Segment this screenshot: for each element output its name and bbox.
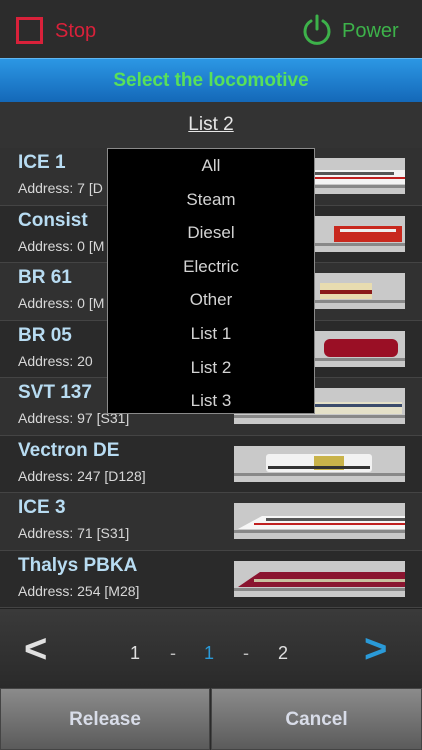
locomotive-name: Thalys PBKA	[18, 554, 138, 576]
locomotive-row[interactable]: Vectron DE Address: 247 [D128]	[0, 435, 422, 493]
thalys-train-thumbnail	[234, 560, 405, 597]
release-button-label: Release	[69, 709, 141, 730]
locomotive-address: Address: 7 [D	[18, 180, 103, 196]
locomotive-row[interactable]: Thalys PBKA Address: 254 [M28]	[0, 550, 422, 608]
dropdown-option-other[interactable]: Other	[108, 283, 314, 317]
locomotive-name: BR 05	[18, 324, 72, 346]
list-filter-dropdown: All Steam Diesel Electric Other List 1 L…	[107, 148, 315, 414]
locomotive-address: Address: 254 [M28]	[18, 582, 140, 599]
page-separator: -	[170, 643, 176, 663]
locomotive-address: Address: 247 [D128]	[18, 467, 146, 484]
pagination-bar: < 1 - 1 - 2 >	[0, 608, 422, 688]
locomotive-address: Address: 0 [M	[18, 237, 105, 254]
dropdown-option-electric[interactable]: Electric	[108, 250, 314, 284]
list-selector-label[interactable]: List 2	[188, 114, 233, 135]
next-page-button[interactable]: >	[364, 629, 387, 669]
locomotive-name: BR 61	[18, 267, 72, 288]
locomotive-name: ICE 3	[18, 497, 66, 518]
locomotive-name: SVT 137	[18, 382, 92, 403]
footer-bar: Release Cancel	[0, 688, 422, 750]
locomotive-address: Address: 20	[18, 352, 93, 369]
page-current: 1	[204, 643, 215, 663]
locomotive-name: Vectron DE	[18, 439, 120, 461]
cancel-button-label: Cancel	[285, 709, 348, 730]
previous-page-button[interactable]: <	[24, 629, 47, 669]
page-last: 2	[278, 643, 289, 663]
list-selector[interactable]: List 2	[0, 102, 422, 148]
dropdown-option-list-1[interactable]: List 1	[108, 317, 314, 351]
cancel-button[interactable]: Cancel	[211, 688, 422, 750]
dropdown-option-steam[interactable]: Steam	[108, 183, 314, 217]
dropdown-option-diesel[interactable]: Diesel	[108, 216, 314, 250]
stop-button-label[interactable]: Stop	[55, 20, 96, 43]
top-bar: Stop Power	[0, 0, 422, 58]
power-icon[interactable]	[301, 14, 333, 46]
dropdown-option-list-3[interactable]: List 3	[108, 384, 314, 418]
locomotive-address: Address: 71 [S31]	[18, 525, 130, 541]
title-bar: Select the locomotive	[0, 58, 422, 102]
stop-icon[interactable]	[16, 17, 43, 44]
locomotive-name: Consist	[18, 209, 88, 231]
dropdown-option-list-2[interactable]: List 2	[108, 351, 314, 385]
dropdown-option-all[interactable]: All	[108, 149, 314, 183]
page-first: 1	[130, 643, 141, 663]
locomotive-row[interactable]: ICE 3 Address: 71 [S31]	[0, 493, 422, 551]
locomotive-address: Address: 0 [M	[18, 295, 105, 311]
vectron-locomotive-thumbnail	[234, 445, 405, 482]
locomotive-name: ICE 1	[18, 152, 66, 173]
release-button[interactable]: Release	[0, 688, 210, 750]
ice3-train-thumbnail	[234, 503, 405, 539]
power-button-label[interactable]: Power	[342, 20, 399, 43]
page-title: Select the locomotive	[113, 70, 309, 91]
page-separator: -	[243, 643, 249, 663]
